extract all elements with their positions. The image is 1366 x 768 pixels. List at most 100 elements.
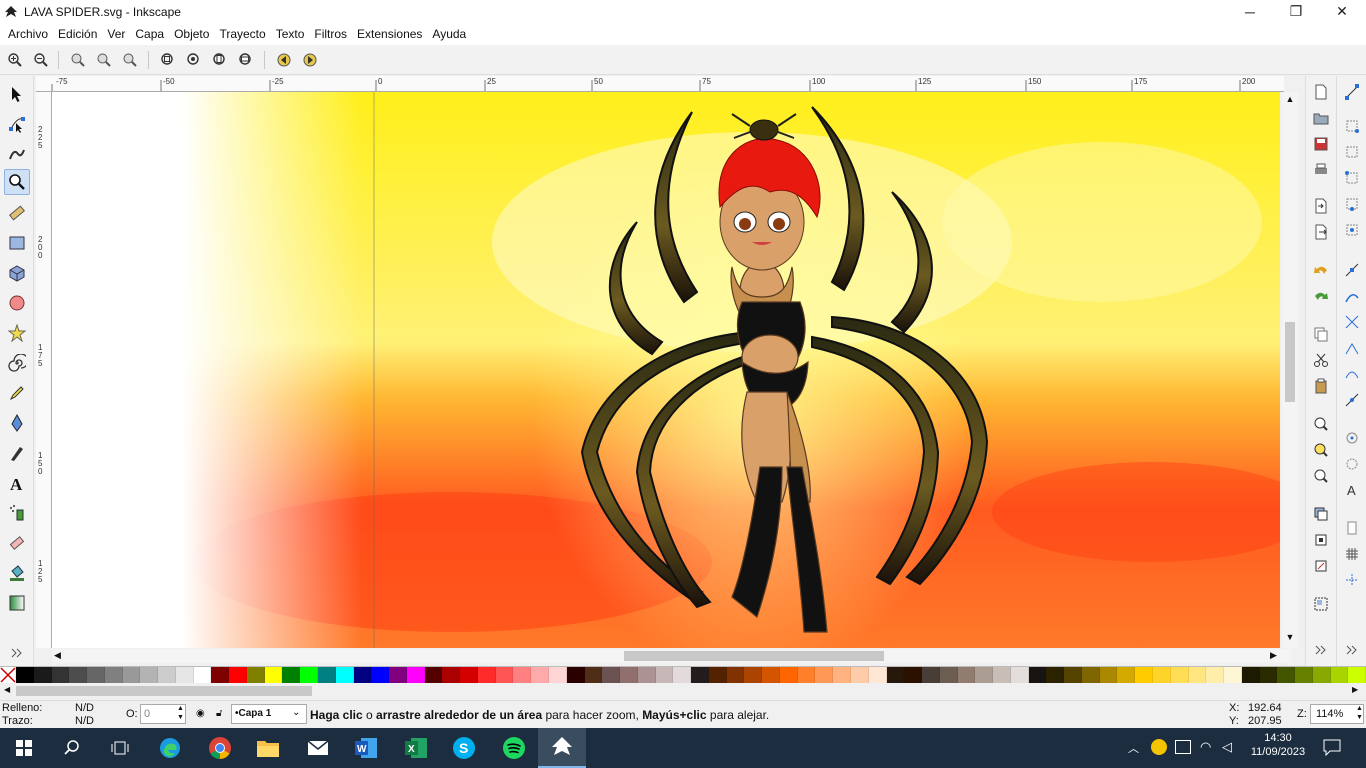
menu-ver[interactable]: Ver [103,27,129,41]
snap-page-border-icon[interactable] [1342,518,1362,538]
opacity-spinbox[interactable]: 0 ▲ ▼ [140,704,186,724]
duplicate-icon[interactable] [1311,504,1331,524]
zoom-spinbox[interactable]: 114% ▲ ▼ [1310,704,1364,724]
color-swatch[interactable] [726,667,745,683]
layer-visibility-icon[interactable]: ◉ [196,708,205,719]
color-swatch[interactable] [584,667,603,683]
color-swatch[interactable] [673,667,692,683]
menu-archivo[interactable]: Archivo [4,27,52,41]
color-swatch[interactable] [158,667,176,683]
menu-extensiones[interactable]: Extensiones [353,27,426,41]
snap-bbox-midpoint-icon[interactable] [1342,194,1362,214]
menu-capa[interactable]: Capa [131,27,168,41]
windows-start-icon[interactable] [0,728,48,768]
color-swatch[interactable] [246,667,265,683]
chrome-browser-icon[interactable] [196,728,244,768]
color-swatch[interactable] [353,667,372,683]
color-swatch[interactable] [797,667,816,683]
color-swatch[interactable] [87,667,105,683]
color-swatch[interactable] [566,667,585,683]
volume-icon[interactable]: ◁ [1222,739,1232,755]
toolbox-expand-icon[interactable] [4,640,30,666]
color-swatch[interactable] [513,667,532,683]
snap-grid-icon[interactable] [1342,544,1362,564]
color-swatch[interactable] [1330,667,1349,683]
pencil-tool-icon[interactable] [4,380,30,406]
paint-bucket-tool-icon[interactable] [4,560,30,586]
zoom-previous-icon[interactable] [274,50,294,70]
color-swatch[interactable] [335,667,354,683]
color-swatch[interactable] [762,667,780,683]
search-icon[interactable] [48,728,96,768]
eraser-tool-icon[interactable] [4,530,30,556]
rectangle-tool-icon[interactable] [4,230,30,256]
menu-filtros[interactable]: Filtros [310,27,351,41]
color-swatch[interactable] [1259,667,1278,683]
unlink-clone-icon[interactable] [1311,556,1331,576]
notifications-icon[interactable] [1322,738,1342,757]
zoom-selection-icon[interactable] [158,50,178,70]
measure-tool-icon[interactable] [4,200,30,226]
undo-icon[interactable] [1311,260,1331,280]
color-swatch[interactable] [1277,667,1296,683]
file-explorer-icon[interactable] [244,728,292,768]
palette-scrollbar[interactable]: ◀ ▶ [0,683,1366,699]
zoom-out-icon[interactable] [31,50,51,70]
menu-ayuda[interactable]: Ayuda [428,27,470,41]
snap-paths-icon[interactable] [1342,286,1362,306]
export-icon[interactable] [1311,222,1331,242]
zoom-drawing-icon[interactable] [184,50,204,70]
tray-app-icon[interactable] [1151,739,1167,755]
pen-tool-icon[interactable] [4,410,30,436]
horizontal-scroll-thumb[interactable] [624,651,884,661]
color-swatch[interactable] [993,667,1011,683]
color-swatch[interactable] [1135,667,1153,683]
snap-bbox-corner-icon[interactable] [1342,168,1362,188]
color-swatch[interactable] [531,667,549,683]
spray-tool-icon[interactable] [4,500,30,526]
open-file-icon[interactable] [1311,108,1331,128]
color-swatch[interactable] [1081,667,1100,683]
color-swatch[interactable] [193,667,212,683]
spotify-icon[interactable] [490,728,538,768]
snap-bbox-edge-icon[interactable] [1342,142,1362,162]
color-swatch[interactable] [1224,667,1242,683]
color-swatch[interactable] [939,667,958,683]
vertical-scroll-thumb[interactable] [1285,322,1295,402]
zoom-spin-up-icon[interactable]: ▲ [1356,705,1363,712]
word-icon[interactable]: W [342,728,390,768]
zoom-1to1-icon[interactable] [68,50,88,70]
color-swatch[interactable] [602,667,621,683]
color-swatch[interactable] [833,667,851,683]
snap-midpoint-icon[interactable] [1342,390,1362,410]
color-swatch[interactable] [389,667,407,683]
scroll-left-icon[interactable]: ◀ [54,650,61,661]
color-swatch[interactable] [886,667,905,683]
skype-icon[interactable]: S [440,728,488,768]
text-tool-icon[interactable]: A [4,470,30,496]
color-swatch[interactable] [1099,667,1118,683]
menu-edicion[interactable]: Edición [54,27,101,41]
clock[interactable]: 14:30 11/09/2023 [1246,732,1310,758]
wifi-icon[interactable]: ◠ [1200,739,1211,755]
scroll-up-icon[interactable]: ▲ [1284,94,1296,106]
color-swatch[interactable] [33,667,52,683]
zoom-page-cmd-icon[interactable] [1311,466,1331,486]
color-swatch[interactable] [744,667,763,683]
menu-objeto[interactable]: Objeto [170,27,213,41]
color-swatch[interactable] [477,667,496,683]
color-swatch[interactable] [1117,667,1136,683]
commands-expand-icon[interactable] [1311,640,1331,660]
color-swatch[interactable] [69,667,88,683]
color-swatch[interactable] [16,667,34,683]
color-swatch[interactable] [1170,667,1189,683]
cut-icon[interactable] [1311,350,1331,370]
palette-scroll-left-icon[interactable]: ◀ [4,685,10,694]
spin-up-icon[interactable]: ▲ [177,705,184,712]
color-swatch[interactable] [868,667,887,683]
selector-tool-icon[interactable] [4,81,30,107]
close-button[interactable]: ✕ [1319,0,1365,23]
snap-object-center-icon[interactable] [1342,428,1362,448]
group-icon[interactable] [1311,594,1331,614]
snap-nodes-icon[interactable] [1342,260,1362,280]
